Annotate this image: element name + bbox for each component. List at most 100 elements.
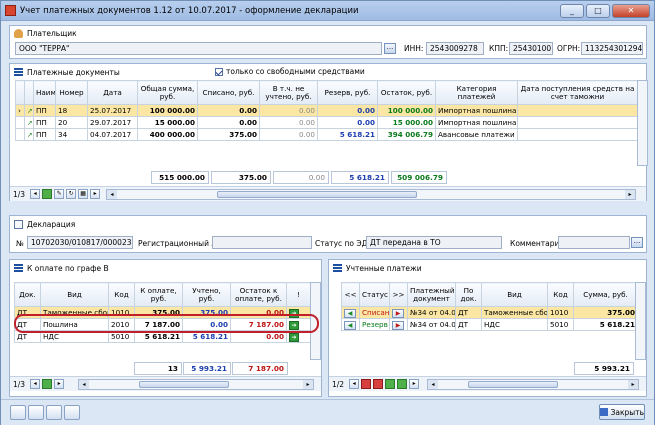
scroll-thumb[interactable] [468, 381, 558, 388]
payments-panel: Платежные документы только со свободными… [9, 63, 648, 201]
close-window-button[interactable]: ✕ [612, 3, 650, 18]
col-flag[interactable]: ! [286, 282, 311, 307]
move-left-icon[interactable]: ◀ [341, 318, 360, 331]
scroll-left-icon[interactable]: ◂ [428, 380, 438, 389]
app-icon [5, 5, 16, 16]
table-row[interactable]: › ➚ ПП 18 25.07.2017 100 000.00 0.00 0.0… [15, 104, 638, 117]
accounted-total: 5 993.21 [574, 362, 634, 375]
maximize-button[interactable]: □ [586, 3, 610, 18]
move-right-icon[interactable]: ▶ [389, 318, 408, 331]
table-row[interactable]: ДТ НДС 5010 5 618.21 5 618.21 0.00 ➔ [14, 330, 311, 343]
col-by-doc[interactable]: По док. [455, 282, 482, 307]
col-status[interactable]: Статус [359, 282, 390, 307]
close-button[interactable]: Закрыть [599, 404, 645, 420]
comment-edit-button[interactable]: ... [631, 237, 643, 248]
payments-table: Наим. Номер Дата Общая сумма, руб. Списа… [15, 80, 638, 141]
col-written[interactable]: Списано, руб. [197, 80, 260, 105]
pay-arrow-icon[interactable]: ➔ [286, 330, 311, 343]
prev-record-icon[interactable]: ◂ [30, 379, 41, 389]
col-unaccounted[interactable]: В т.ч. не учтено, руб. [259, 80, 318, 105]
col-number[interactable]: Номер [55, 80, 88, 105]
move-right-icon[interactable]: ▶ [389, 306, 408, 319]
col-move-left[interactable]: << [341, 282, 360, 307]
table-row[interactable]: ➚ ПП 20 29.07.2017 15 000.00 0.00 0.00 0… [15, 116, 638, 129]
comment-field[interactable] [558, 236, 630, 249]
topay-header: К оплате по графе В [10, 260, 321, 276]
only-free-label: только со свободными средствами [226, 67, 365, 76]
inn-field[interactable]: 2543009278 [426, 42, 484, 55]
apply-icon[interactable] [42, 379, 53, 389]
next-record-icon[interactable]: ▸ [90, 189, 101, 199]
payments-vscroll[interactable] [637, 80, 648, 166]
pay-arrow-icon[interactable]: ➔ [286, 318, 311, 331]
payments-navbar: 1/3 ◂ ✎ ↻ ▦ ▸ ◂ ▸ [10, 186, 646, 201]
col-kind[interactable]: Вид [481, 282, 548, 307]
add-record-icon[interactable] [42, 189, 53, 199]
move-left-icon[interactable]: ◀ [341, 306, 360, 319]
col-move-right[interactable]: >> [389, 282, 408, 307]
payments-hscroll[interactable]: ◂ ▸ [106, 189, 636, 200]
col-category[interactable]: Категория платежей [435, 80, 518, 105]
help-icon[interactable] [10, 405, 26, 420]
apply-all-icon[interactable] [397, 379, 408, 389]
col-doc[interactable]: Док. [14, 282, 41, 307]
scroll-thumb[interactable] [217, 191, 417, 198]
table-row[interactable]: ДТ Таможенные сборы 1010 375.00 375.00 0… [14, 306, 311, 319]
only-free-checkbox[interactable]: только со свободными средствами [215, 67, 365, 76]
col-code[interactable]: Код [547, 282, 574, 307]
scroll-left-icon[interactable]: ◂ [79, 380, 89, 389]
reg-num-field[interactable] [212, 236, 312, 249]
scroll-right-icon[interactable]: ▸ [303, 380, 313, 389]
col-payment-doc[interactable]: Платежный документ [407, 282, 456, 307]
payer-select-button[interactable]: ... [384, 43, 396, 54]
table-row[interactable]: ➚ ПП 34 04.07.2017 400 000.00 375.00 0.0… [15, 128, 638, 141]
col-total[interactable]: Общая сумма, руб. [137, 80, 198, 105]
topay-vscroll[interactable] [310, 282, 321, 360]
export-icon[interactable]: ▦ [78, 189, 89, 199]
calculator-icon[interactable] [64, 405, 80, 420]
col-sum[interactable]: Сумма, руб. [573, 282, 638, 307]
col-rest[interactable]: Остаток, руб. [377, 80, 436, 105]
pay-arrow-icon[interactable]: ➔ [286, 306, 311, 319]
topay-hscroll[interactable]: ◂ ▸ [78, 379, 314, 390]
scroll-right-icon[interactable]: ▸ [628, 380, 638, 389]
col-to-pay[interactable]: К оплате, руб. [134, 282, 183, 307]
clear-icon[interactable] [46, 405, 62, 420]
topay-total-pay: 13 180.21 [134, 362, 182, 383]
payer-name-field[interactable]: ООО "ТЕРРА" [15, 42, 382, 55]
col-received[interactable]: Дата поступления средств на счет таможни [517, 80, 638, 105]
scroll-left-icon[interactable]: ◂ [107, 190, 117, 199]
scroll-right-icon[interactable]: ▸ [625, 190, 635, 199]
refresh-icon[interactable]: ↻ [66, 189, 77, 199]
kpp-field[interactable]: 254301001 [509, 42, 553, 55]
decl-num-field[interactable]: 10702030/010817/0000232 [27, 236, 133, 249]
col-rest-to-pay[interactable]: Остаток к оплате, руб. [230, 282, 287, 307]
table-row[interactable]: ◀ Резерв ▶ №34 от 04.07.... ДТ НДС 5010 … [341, 318, 638, 331]
col-kind[interactable]: Вид [40, 282, 109, 307]
delete-all-icon[interactable] [373, 379, 384, 389]
declaration-panel: Декларация № 10702030/010817/0000232 Рег… [9, 215, 647, 253]
payments-total-sum: 515 000.00 [151, 171, 209, 184]
accounted-table: << Статус >> Платежный документ По док. … [341, 282, 638, 331]
undo-icon[interactable] [28, 405, 44, 420]
table-row[interactable]: ДТ Пошлина 2010 7 187.00 0.00 7 187.00 ➔ [14, 318, 311, 331]
col-date[interactable]: Дата [87, 80, 138, 105]
scroll-thumb[interactable] [139, 381, 229, 388]
prev-record-icon[interactable]: ◂ [30, 189, 41, 199]
accounted-vscroll[interactable] [635, 282, 646, 360]
accounted-hscroll[interactable]: ◂ ▸ [427, 379, 639, 390]
prev-record-icon[interactable]: ◂ [349, 379, 360, 389]
apply-icon[interactable] [385, 379, 396, 389]
col-code[interactable]: Код [108, 282, 135, 307]
col-reserve[interactable]: Резерв, руб. [317, 80, 378, 105]
col-name[interactable]: Наим. [33, 80, 56, 105]
ogrn-field[interactable]: 1132543012942 [581, 42, 643, 55]
table-row[interactable]: ◀ Списан ▶ №34 от 04.07.... ДТ Таможенны… [341, 306, 638, 319]
delete-icon[interactable] [361, 379, 372, 389]
edit-record-icon[interactable]: ✎ [54, 189, 65, 199]
next-record-icon[interactable]: ▸ [409, 379, 420, 389]
col-accounted[interactable]: Учтено, руб. [182, 282, 231, 307]
next-record-icon[interactable]: ▸ [54, 379, 65, 389]
minimize-button[interactable]: _ [560, 3, 584, 18]
status-field[interactable]: ДТ передана в ТО [366, 236, 502, 249]
